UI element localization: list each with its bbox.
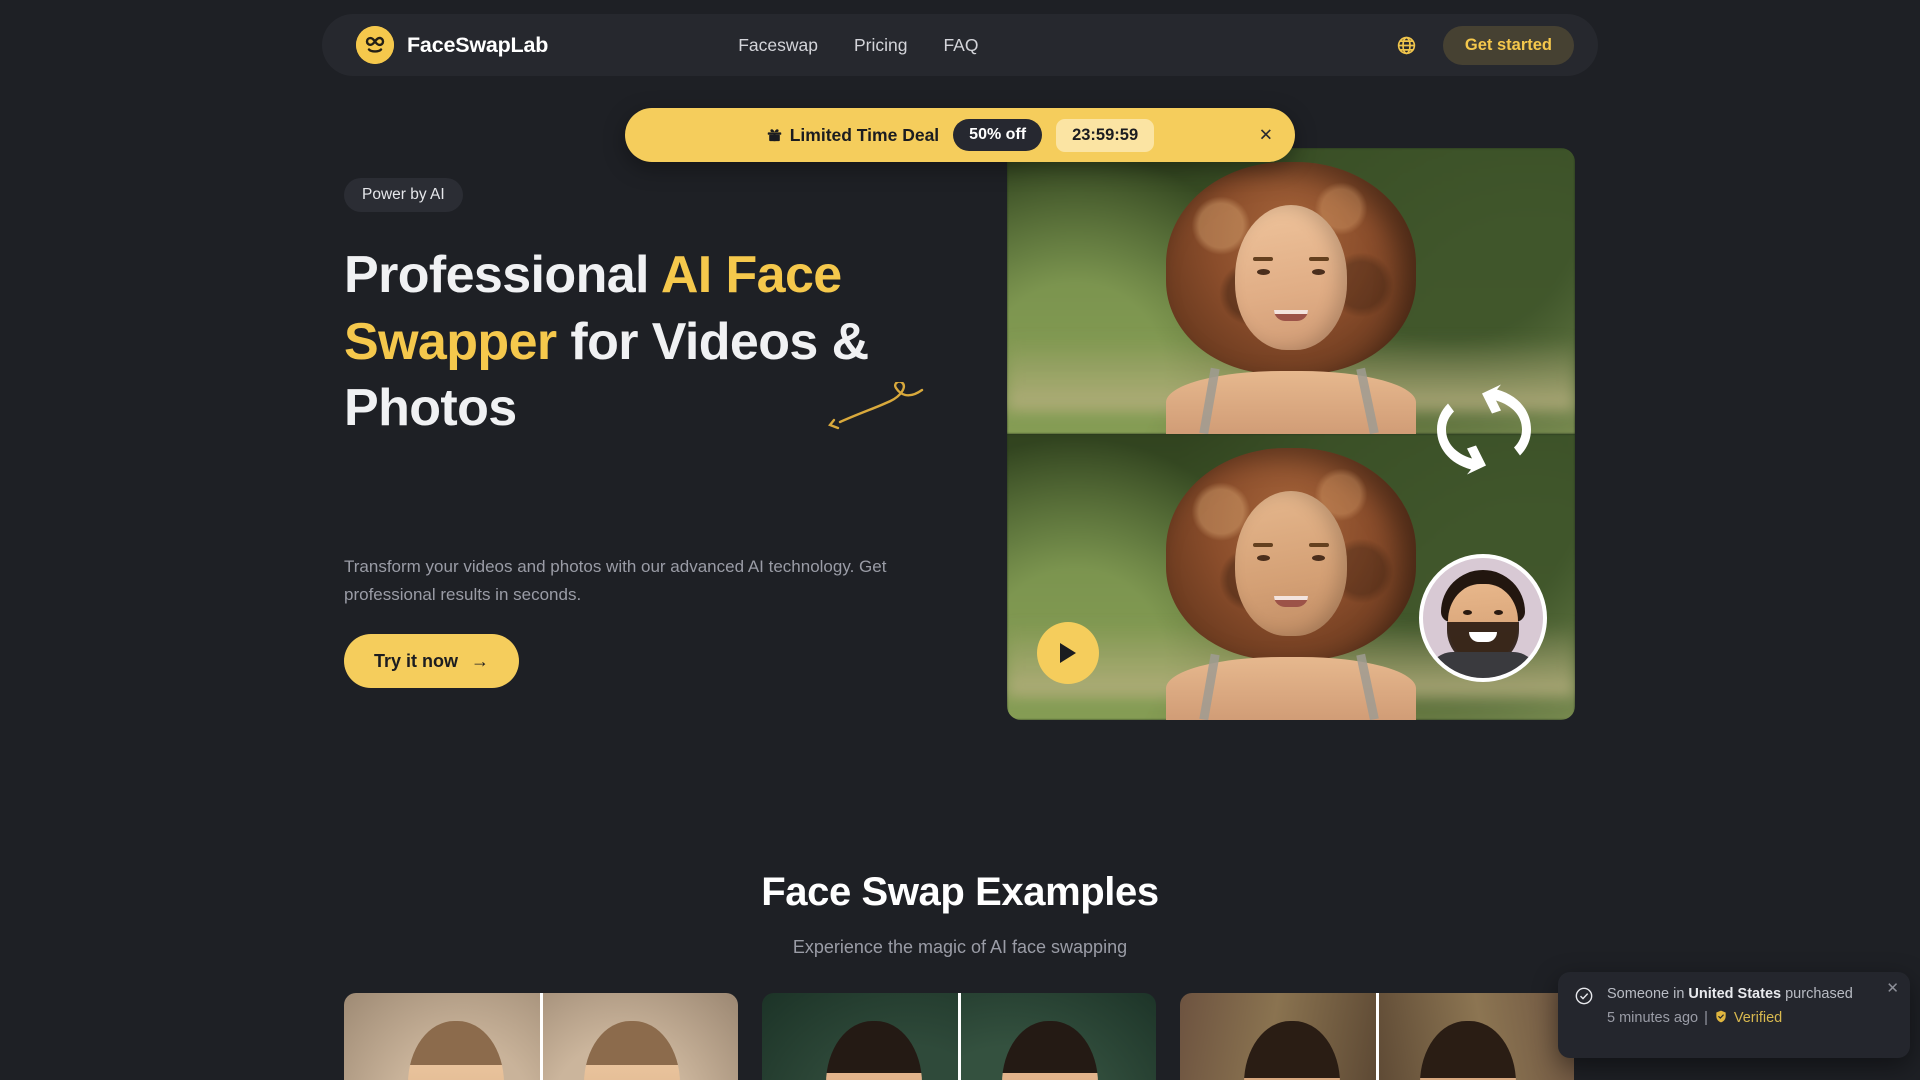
brand-name: FaceSwapLab <box>407 32 549 57</box>
toast-suffix: purchased <box>1781 986 1853 1002</box>
examples-grid <box>344 993 1574 1080</box>
main-nav: Faceswap Pricing FAQ <box>738 35 978 56</box>
toast-prefix: Someone in <box>1607 986 1689 1002</box>
swap-arrows-icon <box>1427 372 1537 497</box>
play-icon[interactable] <box>1037 622 1099 684</box>
try-it-now-button[interactable]: Try it now → <box>344 634 520 688</box>
page-root: FaceSwapLab Faceswap Pricing FAQ Get sta… <box>0 0 1920 1080</box>
toast-time: 5 minutes ago <box>1607 1009 1699 1026</box>
hero-title-part1: Professional <box>344 246 661 304</box>
compare-divider[interactable] <box>539 993 543 1080</box>
get-started-button[interactable]: Get started <box>1442 25 1574 65</box>
curly-arrow-icon <box>826 380 926 443</box>
example-card-2[interactable] <box>762 993 1156 1080</box>
hero-demo-video[interactable] <box>1007 148 1575 720</box>
promo-close-icon[interactable]: ✕ <box>1259 127 1273 144</box>
toast-location: United States <box>1688 986 1782 1002</box>
promo-banner: Limited Time Deal 50% off 23:59:59 ✕ <box>625 108 1295 162</box>
toast-close-icon[interactable]: ✕ <box>1886 979 1899 997</box>
purchase-toast: Someone in United States purchased 5 min… <box>1558 972 1910 1058</box>
nav-item-faceswap[interactable]: Faceswap <box>738 35 818 56</box>
header-actions: Get started <box>1389 25 1574 65</box>
promo-discount-badge: 50% off <box>953 119 1043 151</box>
examples-title: Face Swap Examples <box>761 870 1159 914</box>
verified-shield-icon <box>1714 1009 1728 1026</box>
site-header: FaceSwapLab Faceswap Pricing FAQ Get sta… <box>322 14 1598 76</box>
toast-meta: 5 minutes ago | Verified <box>1607 1009 1894 1026</box>
page-title: Professional AI Face Swapper for Videos … <box>344 242 904 442</box>
toast-message: Someone in United States purchased <box>1607 986 1894 1002</box>
toast-verified-label: Verified <box>1733 1009 1783 1026</box>
brand[interactable]: FaceSwapLab <box>356 26 548 64</box>
promo-countdown-timer: 23:59:59 <box>1056 118 1155 152</box>
globe-icon[interactable] <box>1389 27 1425 63</box>
try-it-now-label: Try it now <box>374 650 459 671</box>
hero-badge: Power by AI <box>344 178 463 212</box>
gift-icon <box>766 125 783 146</box>
nav-item-faq[interactable]: FAQ <box>943 35 978 56</box>
promo-label: Limited Time Deal <box>766 125 939 146</box>
toast-separator: | <box>1704 1009 1708 1026</box>
faceswap-logo-icon <box>356 26 394 64</box>
source-face-avatar <box>1419 554 1547 682</box>
promo-text: Limited Time Deal <box>789 124 940 145</box>
arrow-right-icon: → <box>471 650 490 671</box>
examples-subtitle: Experience the magic of AI face swapping <box>792 937 1128 957</box>
compare-divider[interactable] <box>1375 993 1379 1080</box>
check-circle-icon <box>1574 986 1594 1044</box>
example-card-3[interactable] <box>1180 993 1574 1080</box>
example-card-1[interactable] <box>344 993 738 1080</box>
nav-item-pricing[interactable]: Pricing <box>854 35 908 56</box>
compare-divider[interactable] <box>957 993 961 1080</box>
hero-subtitle: Transform your videos and photos with ou… <box>344 557 887 604</box>
